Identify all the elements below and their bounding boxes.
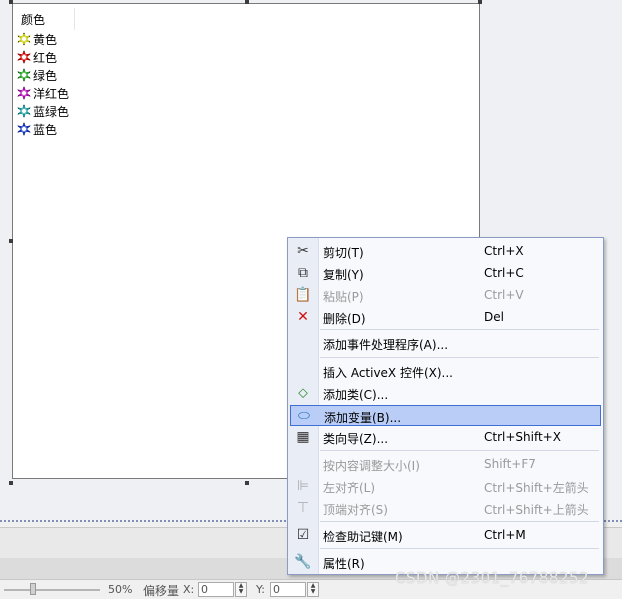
menu-item[interactable]: 📋 粘贴(P) Ctrl+V — [290, 285, 601, 306]
class-wizard-icon: ▦ — [296, 429, 310, 445]
menu-item[interactable]: ✂ 剪切(T) Ctrl+X — [290, 241, 601, 262]
menu-item-label: 顶端对齐(S) — [323, 503, 388, 517]
menu-item[interactable]: ⧉ 复制(Y) Ctrl+C — [290, 263, 601, 284]
resize-handle-bottom[interactable] — [245, 481, 249, 485]
menu-separator — [320, 329, 599, 330]
menu-item[interactable]: ⬦ 添加类(C)... — [290, 383, 601, 404]
x-offset-label: X: — [183, 583, 195, 596]
list-item[interactable]: 洋红色 — [17, 84, 69, 102]
menu-item-label: 粘贴(P) — [323, 290, 364, 304]
color-swatch-icon — [17, 32, 31, 46]
context-menu: ✂ 剪切(T) Ctrl+X ⧉ 复制(Y) Ctrl+C 📋 粘贴(P) Ctrl+V ✕ 删除(… — [287, 237, 604, 575]
list-item-label: 绿色 — [33, 68, 58, 83]
color-swatch-icon — [17, 122, 31, 136]
color-swatch-icon — [17, 86, 31, 100]
resize-handle-top-left[interactable] — [9, 0, 13, 4]
column-header-label: 颜色 — [21, 13, 46, 27]
color-swatch-icon — [17, 104, 31, 118]
resize-handle-top-right[interactable] — [478, 0, 482, 4]
menu-separator — [320, 357, 599, 358]
list-item-label: 蓝绿色 — [33, 104, 70, 119]
list-item-label: 黄色 — [33, 32, 58, 47]
menu-item-shortcut: Ctrl+Shift+X — [484, 430, 561, 444]
menu-item-shortcut: Ctrl+Shift+上箭头 — [484, 503, 589, 517]
align-left-icon: ⊫ — [296, 478, 310, 494]
list-item-label: 洋红色 — [33, 86, 70, 101]
color-list-items: 黄色红色绿色洋红色蓝绿色蓝色 — [17, 30, 69, 138]
menu-item[interactable]: ⊤ 顶端对齐(S) Ctrl+Shift+上箭头 — [290, 498, 601, 519]
menu-item-shortcut: Del — [484, 310, 504, 324]
menu-item-label: 按内容调整大小(I) — [323, 459, 420, 473]
menu-item-label: 添加类(C)... — [323, 388, 389, 402]
menu-item-label: 添加变量(B)... — [324, 411, 402, 425]
zoom-slider-thumb[interactable] — [30, 583, 36, 595]
resize-handle-top[interactable] — [245, 0, 249, 4]
menu-item-label: 类向导(Z)... — [323, 432, 389, 446]
paste-icon: 📋 — [294, 287, 312, 303]
y-offset-spinner[interactable]: ▲ ▼ — [307, 582, 319, 597]
menu-separator — [320, 548, 599, 549]
menu-item-label: 删除(D) — [323, 312, 366, 326]
resize-handle-bottom-left[interactable] — [9, 481, 13, 485]
menu-item-label: 复制(Y) — [323, 268, 364, 282]
menu-item[interactable]: 按内容调整大小(I) Shift+F7 — [290, 454, 601, 475]
list-item[interactable]: 黄色 — [17, 30, 69, 48]
wrench-icon: 🔧 — [294, 554, 312, 570]
list-item[interactable]: 绿色 — [17, 66, 69, 84]
menu-item[interactable]: ⬭ 添加变量(B)... — [290, 405, 601, 426]
menu-item-label: 添加事件处理程序(A)... — [323, 338, 449, 352]
menu-item[interactable]: 插入 ActiveX 控件(X)... — [290, 361, 601, 382]
menu-item[interactable]: 添加事件处理程序(A)... — [290, 333, 601, 354]
menu-item-shortcut: Ctrl+X — [484, 244, 524, 258]
color-swatch-icon — [17, 50, 31, 64]
list-item[interactable]: 红色 — [17, 48, 69, 66]
menu-item[interactable]: ⊫ 左对齐(L) Ctrl+Shift+左箭头 — [290, 476, 601, 497]
menu-item-shortcut: Ctrl+C — [484, 266, 524, 280]
menu-separator — [320, 450, 599, 451]
resize-handle-left[interactable] — [9, 239, 13, 243]
menu-separator — [320, 521, 599, 522]
list-item[interactable]: 蓝色 — [17, 120, 69, 138]
menu-item[interactable]: ✕ 删除(D) Del — [290, 307, 601, 328]
menu-item-shortcut: Ctrl+M — [484, 528, 526, 542]
zoom-level: 50% — [108, 583, 133, 596]
y-offset-input[interactable]: 0 — [270, 582, 306, 597]
zoom-slider-track[interactable] — [4, 589, 100, 591]
list-column-header[interactable]: 颜色 — [15, 8, 75, 30]
copy-icon: ⧉ — [298, 265, 308, 281]
offset-label: 偏移量 — [143, 584, 180, 598]
list-item-label: 红色 — [33, 50, 58, 65]
list-item[interactable]: 蓝绿色 — [17, 102, 69, 120]
add-variable-icon: ⬭ — [298, 408, 310, 424]
menu-item[interactable]: ▦ 类向导(Z)... Ctrl+Shift+X — [290, 427, 601, 448]
watermark: CSDN @2301_76788252 — [395, 569, 590, 587]
menu-item-label: 属性(R) — [323, 557, 365, 571]
menu-item-label: 插入 ActiveX 控件(X)... — [323, 366, 453, 380]
menu-item-label: 检查助记键(M) — [323, 530, 403, 544]
checkbox-icon: ☑ — [296, 527, 310, 543]
menu-item-label: 剪切(T) — [323, 246, 364, 260]
menu-item-shortcut: Ctrl+V — [484, 288, 524, 302]
menu-item[interactable]: ☑ 检查助记键(M) Ctrl+M — [290, 525, 601, 546]
menu-item-label: 左对齐(L) — [323, 481, 376, 495]
scissors-icon: ✂ — [297, 243, 309, 259]
align-top-icon: ⊤ — [296, 500, 310, 516]
color-swatch-icon — [17, 68, 31, 82]
menu-item-shortcut: Shift+F7 — [484, 457, 536, 471]
x-offset-spinner[interactable]: ▲ ▼ — [235, 582, 247, 597]
add-class-icon: ⬦ — [298, 385, 308, 401]
menu-item-shortcut: Ctrl+Shift+左箭头 — [484, 481, 589, 495]
list-item-label: 蓝色 — [33, 122, 58, 137]
x-offset-input[interactable]: 0 — [198, 582, 234, 597]
delete-x-icon: ✕ — [297, 309, 309, 325]
y-offset-label: Y: — [256, 583, 265, 596]
